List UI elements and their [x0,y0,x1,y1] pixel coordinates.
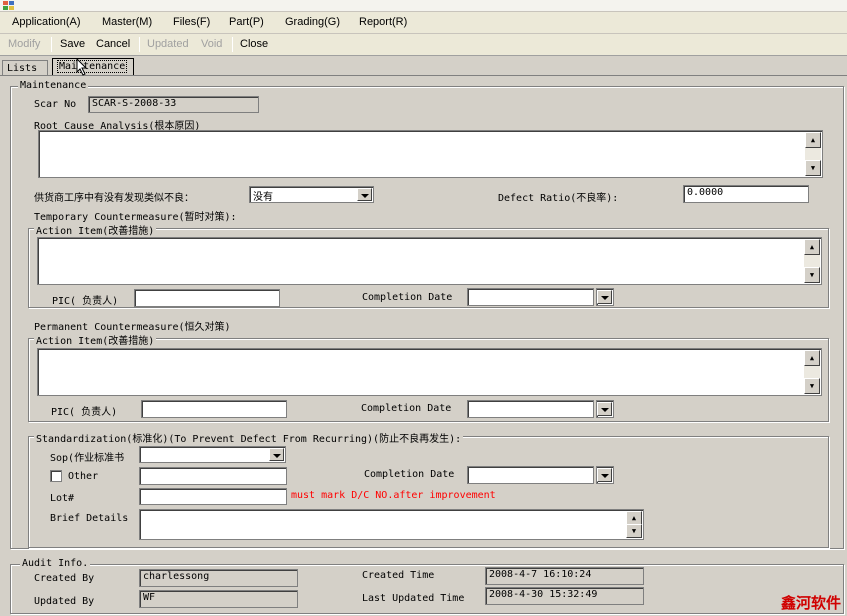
toolbar-separator [232,37,233,52]
sop-select[interactable] [139,446,286,463]
temporary-action-legend: Action Item(改善措施) [34,222,157,237]
created-by-field[interactable]: charlessong [139,569,298,587]
menu-master[interactable]: Master(M) [102,16,152,28]
chevron-down-icon[interactable] [597,290,612,304]
standardization-legend: Standardization(标准化)(To Prevent Defect F… [34,430,464,445]
permanent-completion-label: Completion Date [361,403,452,414]
cancel-button[interactable]: Cancel [96,38,130,50]
sop-label: Sop(作业标准书 [50,453,125,464]
scroll-down-icon[interactable]: ▼ [805,160,821,176]
toolbar-separator [139,37,140,52]
save-button[interactable]: Save [60,38,85,50]
window-title-strip [0,0,847,12]
brief-details-scrollbar[interactable]: ▲ ▼ [626,511,642,538]
standardization-completion-picker[interactable] [596,466,614,484]
scar-no-field[interactable]: SCAR-S-2008-33 [88,96,259,113]
chevron-down-icon[interactable] [597,402,612,416]
permanent-completion-picker[interactable] [596,400,614,418]
chevron-down-icon[interactable] [269,448,284,461]
menu-part[interactable]: Part(P) [229,16,264,28]
permanent-action-legend: Action Item(改善措施) [34,332,157,347]
scroll-up-icon[interactable]: ▲ [804,239,820,255]
audit-info-legend: Audit Info. [20,558,91,569]
standardization-completion-label: Completion Date [364,469,455,480]
scroll-up-icon[interactable]: ▲ [805,132,821,148]
created-time-label: Created Time [362,570,435,581]
defect-ratio-field[interactable]: 0.0000 [683,185,809,203]
updated-by-label: Updated By [34,596,95,607]
menu-report[interactable]: Report(R) [359,16,407,28]
temporary-countermeasure-label: Temporary Countermeasure(暂时对策): [34,212,237,223]
permanent-action-textarea[interactable]: ▲ ▼ [37,348,822,396]
menu-files[interactable]: Files(F) [173,16,210,28]
menu-grading[interactable]: Grading(G) [285,16,340,28]
permanent-pic-label: PIC( 负责人) [51,407,118,418]
chevron-down-icon[interactable] [357,188,372,201]
tab-lists[interactable]: Lists [2,60,48,76]
other-checkbox[interactable] [50,470,62,482]
app-icon [3,1,14,10]
temporary-completion-date[interactable] [467,288,594,306]
lot-label: Lot# [50,493,75,504]
brief-details-textarea[interactable]: ▲ ▼ [139,509,644,540]
updated-by-field[interactable]: WF [139,590,298,608]
toolbar-separator [51,37,52,52]
root-cause-textarea[interactable]: ▲ ▼ [38,130,823,178]
created-time-field[interactable]: 2008-4-7 16:10:24 [485,567,644,585]
temporary-pic-field[interactable] [134,289,280,307]
defect-ratio-label: Defect Ratio(不良率): [498,193,619,204]
watermark-logo: 鑫河软件 [780,594,841,612]
temporary-action-textarea[interactable]: ▲ ▼ [37,237,822,285]
lot-field[interactable] [139,488,287,505]
lot-note: must mark D/C NO.after improvement [291,490,496,501]
scar-no-label: Scar No [34,99,77,110]
permanent-completion-date[interactable] [467,400,594,418]
other-field[interactable] [139,467,287,485]
temporary-pic-label: PIC( 负责人) [52,296,119,307]
scroll-down-icon[interactable]: ▼ [626,524,642,538]
chevron-down-icon[interactable] [597,468,612,482]
mouse-cursor-icon [76,58,88,76]
root-cause-scrollbar[interactable]: ▲ ▼ [805,132,821,176]
temporary-completion-picker[interactable] [596,288,614,306]
tab-maintenance-label: Maintenance [57,60,128,73]
tab-maintenance[interactable]: Maintenance [52,58,134,76]
temporary-action-scrollbar[interactable]: ▲ ▼ [804,239,820,283]
scroll-up-icon[interactable]: ▲ [804,350,820,366]
permanent-countermeasure-label: Permanent Countermeasure(恒久对策) [34,322,231,333]
menu-application[interactable]: Application(A) [12,16,80,28]
supplier-similar-defect-value: 没有 [253,192,273,203]
tab-divider [0,75,847,76]
supplier-similar-defect-select[interactable]: 没有 [249,186,374,203]
created-by-label: Created By [34,573,95,584]
modify-button[interactable]: Modify [8,38,40,50]
permanent-action-scrollbar[interactable]: ▲ ▼ [804,350,820,394]
void-button[interactable]: Void [201,38,222,50]
updated-button[interactable]: Updated [147,38,189,50]
brief-details-label: Brief Details [50,513,129,524]
toolbar: Modify Save Cancel Updated Void Close [0,34,847,56]
last-updated-time-label: Last Updated Time [362,593,465,604]
permanent-pic-field[interactable] [141,400,287,418]
menu-bar: Application(A) Master(M) Files(F) Part(P… [0,12,847,34]
last-updated-time-field[interactable]: 2008-4-30 15:32:49 [485,587,644,605]
scroll-down-icon[interactable]: ▼ [804,378,820,394]
supplier-similar-defect-label: 供货商工序中有没有发现类似不良： [34,193,194,204]
close-button[interactable]: Close [240,38,268,50]
standardization-completion-date[interactable] [467,466,594,484]
scroll-down-icon[interactable]: ▼ [804,267,820,283]
scroll-up-icon[interactable]: ▲ [626,511,642,525]
maintenance-legend: Maintenance [18,80,89,91]
other-label: Other [68,471,99,482]
temporary-completion-label: Completion Date [362,292,453,303]
